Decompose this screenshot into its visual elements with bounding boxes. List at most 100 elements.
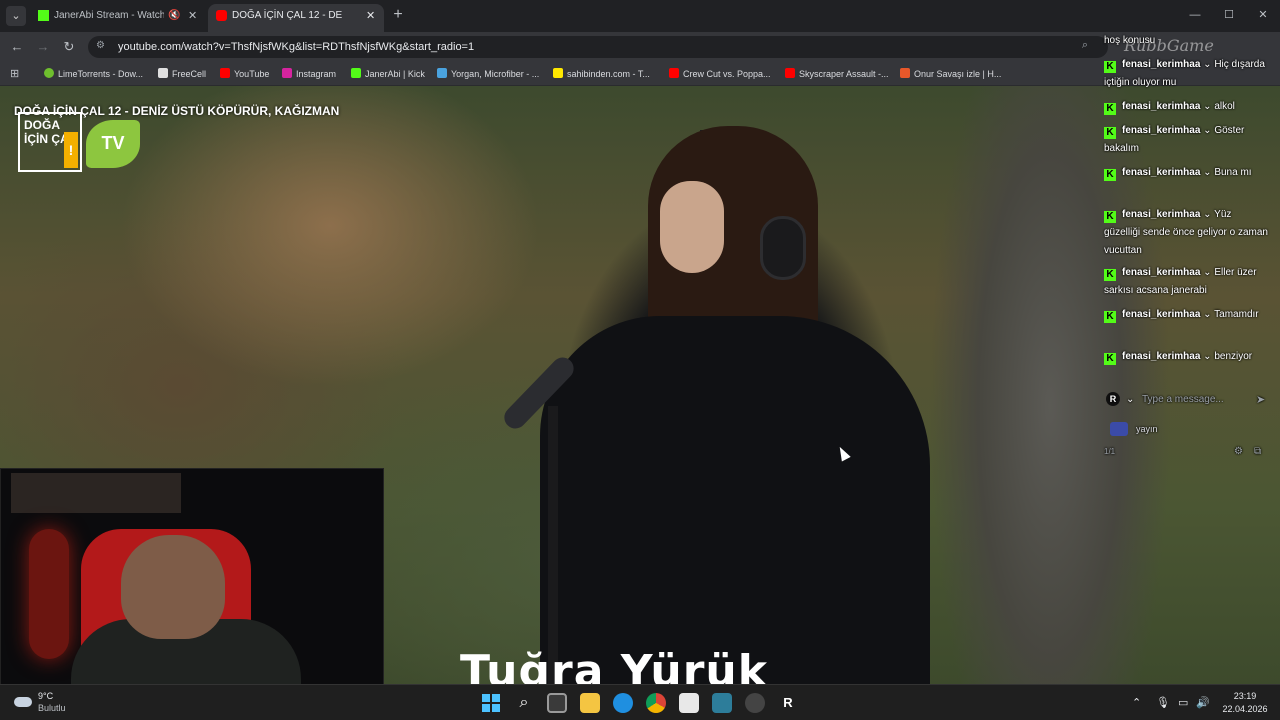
store-icon[interactable] bbox=[679, 693, 699, 713]
bookmark-sahibinden[interactable]: sahibinden.com - T... bbox=[553, 62, 650, 86]
send-icon[interactable]: ➤ bbox=[1256, 390, 1265, 410]
chat-username[interactable]: fenasi_kerimhaa bbox=[1122, 309, 1200, 320]
chat-overlay: hoş konusu Kfenasi_kerimhaa ⌄ Hiç dışard… bbox=[1100, 30, 1272, 470]
new-tab-button[interactable]: + bbox=[390, 6, 406, 26]
popout-icon[interactable]: ⧉ bbox=[1254, 444, 1261, 460]
gear-icon[interactable]: ⚙ bbox=[1234, 444, 1243, 460]
tab-janerabi-stream[interactable]: JanerAbi Stream - Watch Li 🔇 ✕ bbox=[30, 4, 206, 32]
bookmark-limetorrents[interactable]: LimeTorrents - Dow... bbox=[44, 62, 143, 86]
search-icon[interactable]: ⌕ bbox=[514, 693, 534, 713]
sahibinden-icon bbox=[553, 68, 563, 78]
chat-username[interactable]: fenasi_kerimhaa bbox=[1122, 167, 1200, 178]
bookmark-yorgan[interactable]: Yorgan, Microfiber - ... bbox=[437, 62, 539, 86]
freecell-icon bbox=[158, 68, 168, 78]
tab-doga-icin-cal[interactable]: DOĞA İÇİN ÇAL 12 - DENİZ ÜST ✕ bbox=[208, 4, 384, 32]
chat-username[interactable]: fenasi_kerimhaa bbox=[1122, 59, 1200, 70]
taskbar: 9°C Bulutlu ⌕ R ⌃ 🎙 ▭ 🔊 23:19 22.04.2026 bbox=[0, 684, 1280, 720]
bookmark-instagram[interactable]: Instagram bbox=[282, 62, 336, 86]
logo-exclamation: ! bbox=[64, 132, 78, 168]
network-icon[interactable]: ▭ bbox=[1178, 696, 1188, 709]
muted-speaker-icon[interactable]: 🔇 bbox=[168, 4, 180, 28]
file-explorer-icon[interactable] bbox=[580, 693, 600, 713]
streamer-face bbox=[121, 535, 225, 639]
bookmark-skyscraper[interactable]: Skyscraper Assault -... bbox=[785, 62, 889, 86]
forward-arrow-icon[interactable]: → bbox=[34, 38, 52, 56]
minimize-button[interactable]: — bbox=[1178, 0, 1212, 30]
bookmark-onur-savasi[interactable]: Onur Savaşı izle | H... bbox=[900, 62, 1001, 86]
r-app-icon[interactable]: R bbox=[778, 693, 798, 713]
chrome-icon[interactable] bbox=[646, 693, 666, 713]
app-icon[interactable] bbox=[712, 693, 732, 713]
youtube-icon bbox=[216, 10, 227, 21]
chevron-up-icon[interactable]: ⌃ bbox=[1132, 696, 1141, 709]
chat-username[interactable]: fenasi_kerimhaa bbox=[1122, 101, 1200, 112]
headphone-icon bbox=[760, 216, 806, 280]
bookmark-crew-cut[interactable]: Crew Cut vs. Poppa... bbox=[669, 62, 771, 86]
site-info-icon[interactable]: ⚙ bbox=[96, 40, 105, 51]
singer-jacket bbox=[540, 316, 930, 686]
reload-icon[interactable]: ↻ bbox=[60, 38, 78, 56]
task-view-icon[interactable] bbox=[547, 693, 567, 713]
volume-icon[interactable]: 🔊 bbox=[1196, 696, 1210, 709]
kick-badge-icon: K bbox=[1104, 353, 1116, 365]
kick-badge-icon: K bbox=[1104, 103, 1116, 115]
tab-close-icon[interactable]: ✕ bbox=[366, 4, 375, 28]
screen: ⌄ JanerAbi Stream - Watch Li 🔇 ✕ DOĞA İÇ… bbox=[0, 0, 1280, 720]
kick-badge-icon: K bbox=[1104, 269, 1116, 281]
address-bar[interactable]: ⚙ youtube.com/watch?v=ThsfNjsfWKg&list=R… bbox=[88, 36, 1108, 58]
red-light bbox=[29, 529, 69, 659]
edge-icon[interactable] bbox=[613, 693, 633, 713]
page-counter: 1/1 bbox=[1104, 447, 1116, 456]
apps-grid-icon[interactable]: ⊞ bbox=[10, 67, 19, 80]
stream-label: yayın bbox=[1136, 424, 1158, 434]
chat-message: Kfenasi_kerimhaa ⌄ Eller üzer sarkısı ac… bbox=[1104, 267, 1257, 296]
chat-message: Kfenasi_kerimhaa ⌄ Yüz güzelliği sende ö… bbox=[1104, 209, 1268, 256]
maximize-button[interactable]: ☐ bbox=[1212, 0, 1246, 30]
browser-tab-strip: ⌄ JanerAbi Stream - Watch Li 🔇 ✕ DOĞA İÇ… bbox=[0, 0, 1280, 32]
chat-text: benziyor bbox=[1214, 351, 1253, 362]
bookmark-kick[interactable]: JanerAbi | Kick bbox=[351, 62, 425, 86]
kick-badge-icon: K bbox=[1104, 311, 1116, 323]
back-arrow-icon[interactable]: ← bbox=[8, 38, 26, 56]
limetorrents-icon bbox=[44, 68, 54, 78]
user-avatar[interactable]: R bbox=[1106, 392, 1120, 406]
bookmark-youtube[interactable]: YouTube bbox=[220, 62, 269, 86]
tab-close-icon[interactable]: ✕ bbox=[188, 4, 197, 28]
chat-message: Kfenasi_kerimhaa ⌄ Tamamdır bbox=[1104, 306, 1270, 324]
zoom-icon[interactable]: ⌕ bbox=[1082, 39, 1088, 52]
url-text[interactable]: youtube.com/watch?v=ThsfNjsfWKg&list=RDT… bbox=[118, 36, 474, 58]
chat-message: Kfenasi_kerimhaa ⌄ Hiç dışarda içtiğin o… bbox=[1104, 59, 1265, 88]
clock-date: 22.04.2026 bbox=[1222, 704, 1268, 714]
chat-message-input[interactable]: Type a message... bbox=[1142, 390, 1224, 410]
chat-username[interactable]: fenasi_kerimhaa bbox=[1122, 351, 1200, 362]
chat-message: hoş konusu bbox=[1104, 35, 1156, 46]
kick-icon bbox=[351, 68, 361, 78]
stream-source[interactable]: yayın bbox=[1104, 420, 1270, 438]
clock[interactable]: 23:19 22.04.2026 bbox=[1220, 690, 1270, 716]
chat-username[interactable]: fenasi_kerimhaa bbox=[1122, 267, 1200, 278]
chat-message: Kfenasi_kerimhaa ⌄ alkol bbox=[1104, 98, 1270, 116]
obs-icon[interactable] bbox=[745, 693, 765, 713]
shelf bbox=[11, 473, 181, 513]
bookmark-freecell[interactable]: FreeCell bbox=[158, 62, 206, 86]
youtube-icon bbox=[220, 68, 230, 78]
chevron-down-icon[interactable]: ⌄ bbox=[1126, 390, 1134, 410]
chat-text: alkol bbox=[1214, 101, 1235, 112]
close-window-button[interactable]: ✕ bbox=[1246, 0, 1280, 30]
microphone-icon[interactable]: 🎙 bbox=[1156, 696, 1170, 709]
youtube-icon bbox=[669, 68, 679, 78]
instagram-icon bbox=[282, 68, 292, 78]
chat-input-row: R ⌄ Type a message... ➤ bbox=[1104, 390, 1270, 410]
video-caption: Tuğra Yürük bbox=[460, 646, 768, 686]
shop-icon bbox=[437, 68, 447, 78]
chat-username[interactable]: fenasi_kerimhaa bbox=[1122, 209, 1200, 220]
tab-title: DOĞA İÇİN ÇAL 12 - DENİZ ÜST bbox=[232, 10, 342, 21]
clock-time: 23:19 bbox=[1233, 691, 1257, 701]
kick-badge-icon: K bbox=[1104, 211, 1116, 223]
windows-start-icon[interactable] bbox=[481, 693, 501, 713]
chat-username[interactable]: fenasi_kerimhaa bbox=[1122, 125, 1200, 136]
singer-face bbox=[660, 181, 724, 273]
tab-search-chevron-icon[interactable]: ⌄ bbox=[6, 6, 26, 26]
site-icon bbox=[900, 68, 910, 78]
kick-badge-icon: K bbox=[1104, 169, 1116, 181]
